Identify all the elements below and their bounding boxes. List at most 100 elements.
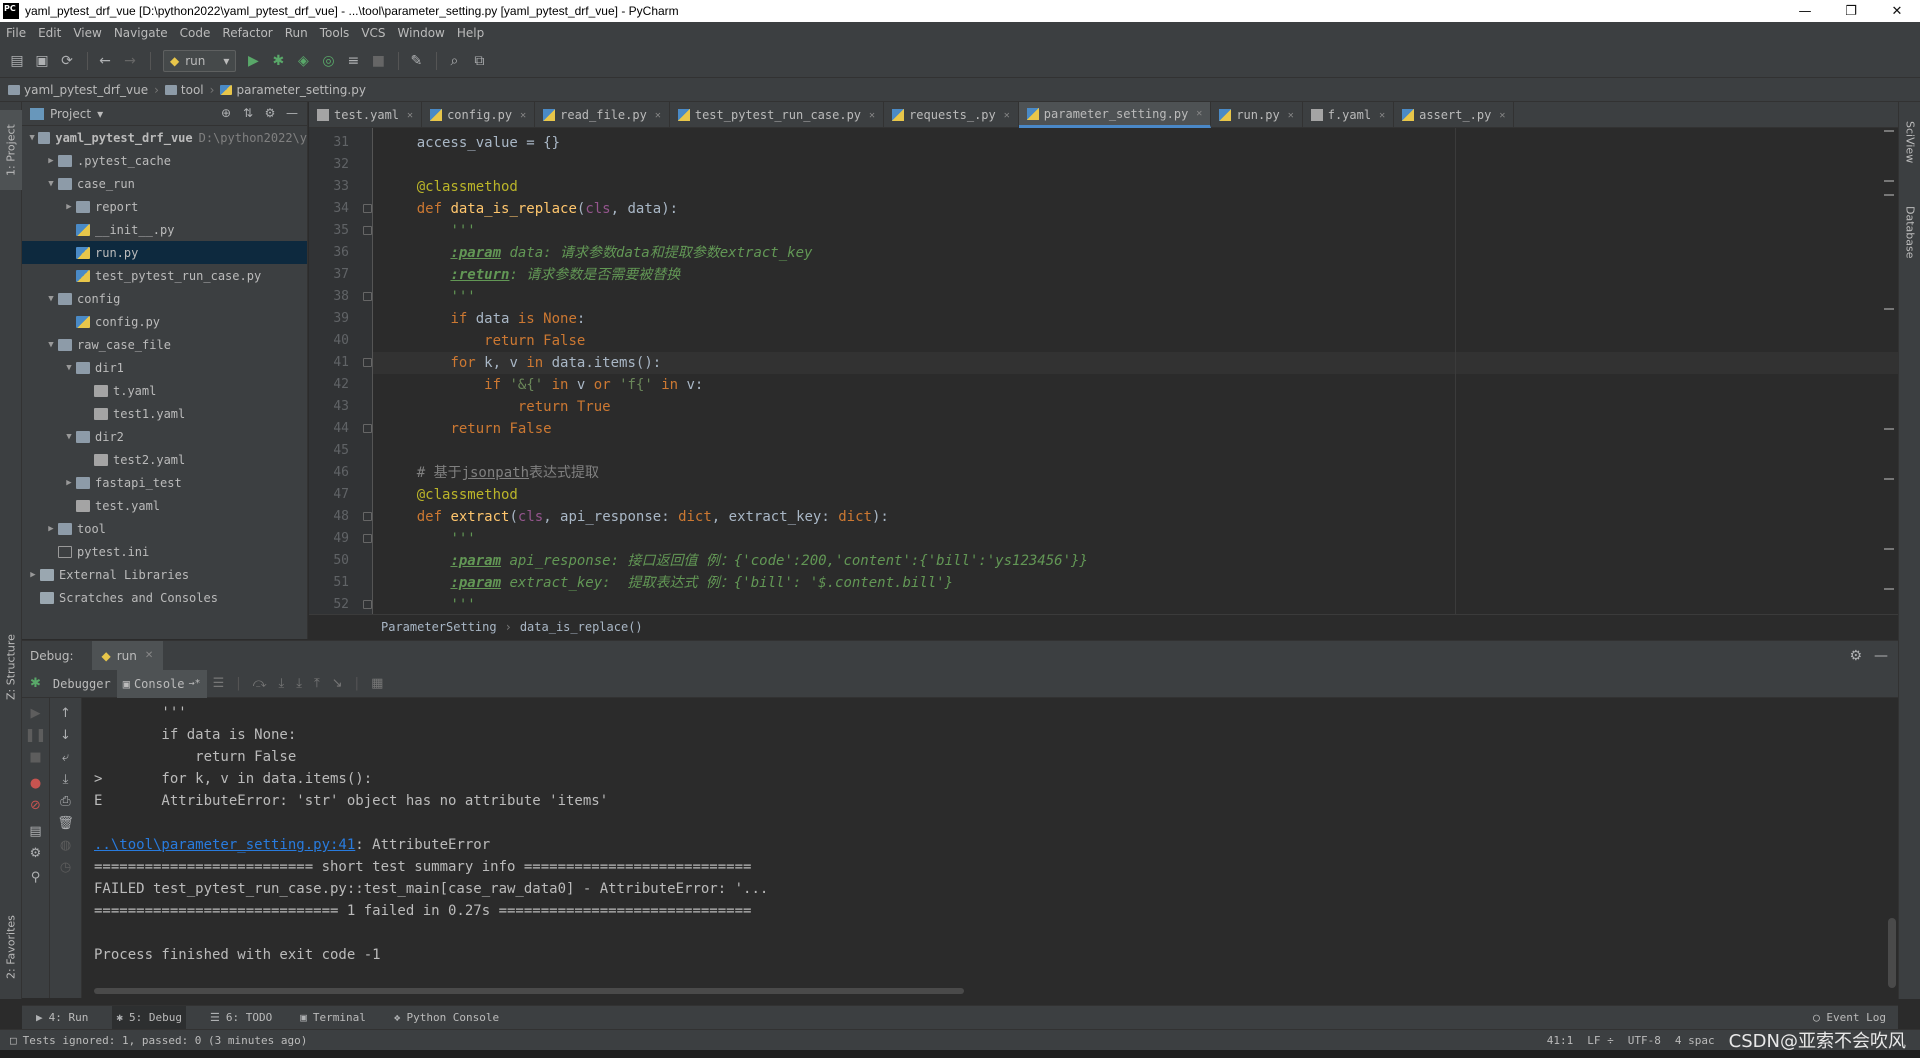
collapsed-arrow-icon[interactable]: ▶: [44, 156, 58, 166]
fold-marker-icon[interactable]: [363, 292, 372, 301]
error-stripe-mark[interactable]: [1884, 194, 1894, 196]
expanded-arrow-icon[interactable]: ▼: [44, 179, 58, 189]
error-stripe-mark[interactable]: [1884, 478, 1894, 480]
code-line[interactable]: # 基于jsonpath表达式提取: [373, 462, 1898, 484]
debug-console[interactable]: ''' if data is None: return False > for k…: [82, 698, 1898, 998]
project-view-select[interactable]: Project: [50, 107, 91, 121]
tab-test-yaml[interactable]: test.yaml ✕: [309, 102, 423, 128]
menu-vcs[interactable]: VCS: [361, 26, 385, 40]
sync-icon[interactable]: ⟳: [56, 50, 78, 72]
open-icon[interactable]: ▤: [6, 50, 28, 72]
tab-assert-py[interactable]: assert_.py ✕: [1394, 102, 1515, 128]
tree-item[interactable]: ▶ External Libraries: [22, 563, 307, 586]
menu-tools[interactable]: Tools: [320, 26, 350, 40]
bottom-tab-4-run[interactable]: ▶ 4: Run: [32, 1006, 92, 1030]
bottom-tab-5-debug[interactable]: ✱ 5: Debug: [112, 1005, 186, 1030]
code-line[interactable]: @classmethod: [373, 484, 1898, 506]
nav-crumb-tool[interactable]: tool: [164, 83, 204, 97]
tab-parameter-setting-py[interactable]: parameter_setting.py ✕: [1018, 102, 1212, 128]
expanded-arrow-icon[interactable]: ▼: [26, 133, 38, 143]
database-tool-tab[interactable]: Database: [1899, 192, 1920, 272]
error-stripe-mark[interactable]: [1884, 428, 1894, 430]
code-line[interactable]: return False: [373, 330, 1898, 352]
collapsed-arrow-icon[interactable]: ▶: [62, 478, 76, 488]
tree-item[interactable]: test1.yaml: [22, 402, 307, 425]
close-icon[interactable]: ✕: [1004, 110, 1010, 121]
menu-help[interactable]: Help: [457, 26, 484, 40]
error-stripe-mark[interactable]: [1884, 308, 1894, 310]
arrow-up-icon[interactable]: ↑: [50, 706, 81, 721]
tree-item[interactable]: ▶ report: [22, 195, 307, 218]
pin-icon[interactable]: ⚲: [22, 870, 49, 885]
tab-test-pytest-run-case-py[interactable]: test_pytest_run_case.py ✕: [670, 102, 885, 128]
status-square-icon[interactable]: □: [10, 1034, 17, 1047]
sciview-tool-tab[interactable]: SciView: [1899, 112, 1920, 172]
bottom-tab-terminal[interactable]: ▣ Terminal: [296, 1006, 370, 1030]
tree-item[interactable]: __init__.py: [22, 218, 307, 241]
tab-requests-py[interactable]: requests_.py ✕: [884, 102, 1019, 128]
collapse-all-icon[interactable]: ⇅: [239, 106, 257, 120]
vertical-scrollbar[interactable]: [1888, 918, 1896, 988]
close-icon[interactable]: ✕: [1196, 108, 1202, 119]
nav-crumb-project[interactable]: yaml_pytest_drf_vue: [8, 83, 148, 97]
tree-item[interactable]: t.yaml: [22, 379, 307, 402]
stop-icon[interactable]: ■: [367, 50, 389, 72]
view-breakpoints-icon[interactable]: ●: [22, 776, 49, 791]
maximize-button[interactable]: ❐: [1828, 0, 1874, 22]
tab-config-py[interactable]: config.py ✕: [422, 102, 536, 128]
nav-crumb-file[interactable]: parameter_setting.py: [220, 83, 366, 97]
tab-f-yaml[interactable]: f.yaml ✕: [1303, 102, 1395, 128]
code-line[interactable]: ''': [373, 528, 1898, 550]
code-line[interactable]: ''': [373, 594, 1898, 614]
history-icon[interactable]: ◷: [50, 860, 81, 875]
menu-file[interactable]: File: [6, 26, 26, 40]
tree-item[interactable]: ▼ yaml_pytest_drf_vue D:\python2022\y: [22, 126, 307, 149]
source-link[interactable]: ..\tool\parameter_setting.py:41: [94, 837, 355, 853]
locate-icon[interactable]: ⊕: [217, 106, 235, 120]
indent-setting[interactable]: 4 spac: [1675, 1034, 1715, 1047]
run-to-cursor-icon[interactable]: ↘: [332, 676, 343, 691]
arrow-down-icon[interactable]: ↓: [50, 728, 81, 743]
close-icon[interactable]: ✕: [1499, 110, 1505, 121]
tree-item[interactable]: ▼ case_run: [22, 172, 307, 195]
tree-item[interactable]: Scratches and Consoles: [22, 586, 307, 609]
code-line[interactable]: @classmethod: [373, 176, 1898, 198]
fold-marker-icon[interactable]: [363, 600, 372, 609]
collapsed-arrow-icon[interactable]: ▶: [44, 524, 58, 534]
settings-icon[interactable]: ✎: [405, 50, 427, 72]
code-line[interactable]: :param data: 请求参数data和提取参数extract_key: [373, 242, 1898, 264]
hide-icon[interactable]: —: [283, 106, 301, 120]
code-line[interactable]: :param api_response: 接口返回值 例：{'code':200…: [373, 550, 1898, 572]
code-line[interactable]: if '&{' in v or 'f{' in v:: [373, 374, 1898, 396]
expanded-arrow-icon[interactable]: ▼: [44, 294, 58, 304]
code-line[interactable]: :param extract_key: 提取表达式 例：{'bill': '$.…: [373, 572, 1898, 594]
step-out-icon[interactable]: ⤒: [314, 676, 320, 691]
close-icon[interactable]: ✕: [520, 110, 526, 121]
project-tool-tab[interactable]: 1: Project: [0, 110, 22, 190]
error-stripe-mark[interactable]: [1884, 180, 1894, 182]
favorites-tool-tab[interactable]: 2: Favorites: [0, 902, 22, 992]
close-icon[interactable]: ✕: [655, 110, 661, 121]
collapsed-arrow-icon[interactable]: ▶: [62, 202, 76, 212]
mute-breakpoints-icon[interactable]: ⊘: [22, 798, 49, 813]
tree-item[interactable]: ▼ dir2: [22, 425, 307, 448]
tree-item[interactable]: ▶ .pytest_cache: [22, 149, 307, 172]
resume-icon[interactable]: ▶: [22, 706, 49, 721]
tree-item[interactable]: run.py: [22, 241, 307, 264]
code-line[interactable]: ''': [373, 220, 1898, 242]
menu-navigate[interactable]: Navigate: [114, 26, 168, 40]
scroll-to-end-icon[interactable]: ⤓: [50, 772, 81, 787]
pause-icon[interactable]: ❚❚: [22, 728, 49, 743]
event-log-button[interactable]: ◯ Event Log: [1813, 1011, 1886, 1024]
error-stripe-mark[interactable]: [1884, 548, 1894, 550]
code-line[interactable]: :return: 请求参数是否需要被替换: [373, 264, 1898, 286]
tree-item[interactable]: ▼ config: [22, 287, 307, 310]
code-line[interactable]: for k, v in data.items():: [373, 352, 1898, 374]
code-line[interactable]: if data is None:: [373, 308, 1898, 330]
bottom-tab-python-console[interactable]: ❖ Python Console: [390, 1006, 503, 1030]
code-line[interactable]: def data_is_replace(cls, data):: [373, 198, 1898, 220]
fold-marker-icon[interactable]: [363, 512, 372, 521]
run-configuration-select[interactable]: ◆ run ▾: [163, 49, 237, 72]
structure-tool-tab[interactable]: Z: Structure: [0, 622, 22, 712]
step-into-my-code-icon[interactable]: ⤓: [296, 676, 302, 691]
